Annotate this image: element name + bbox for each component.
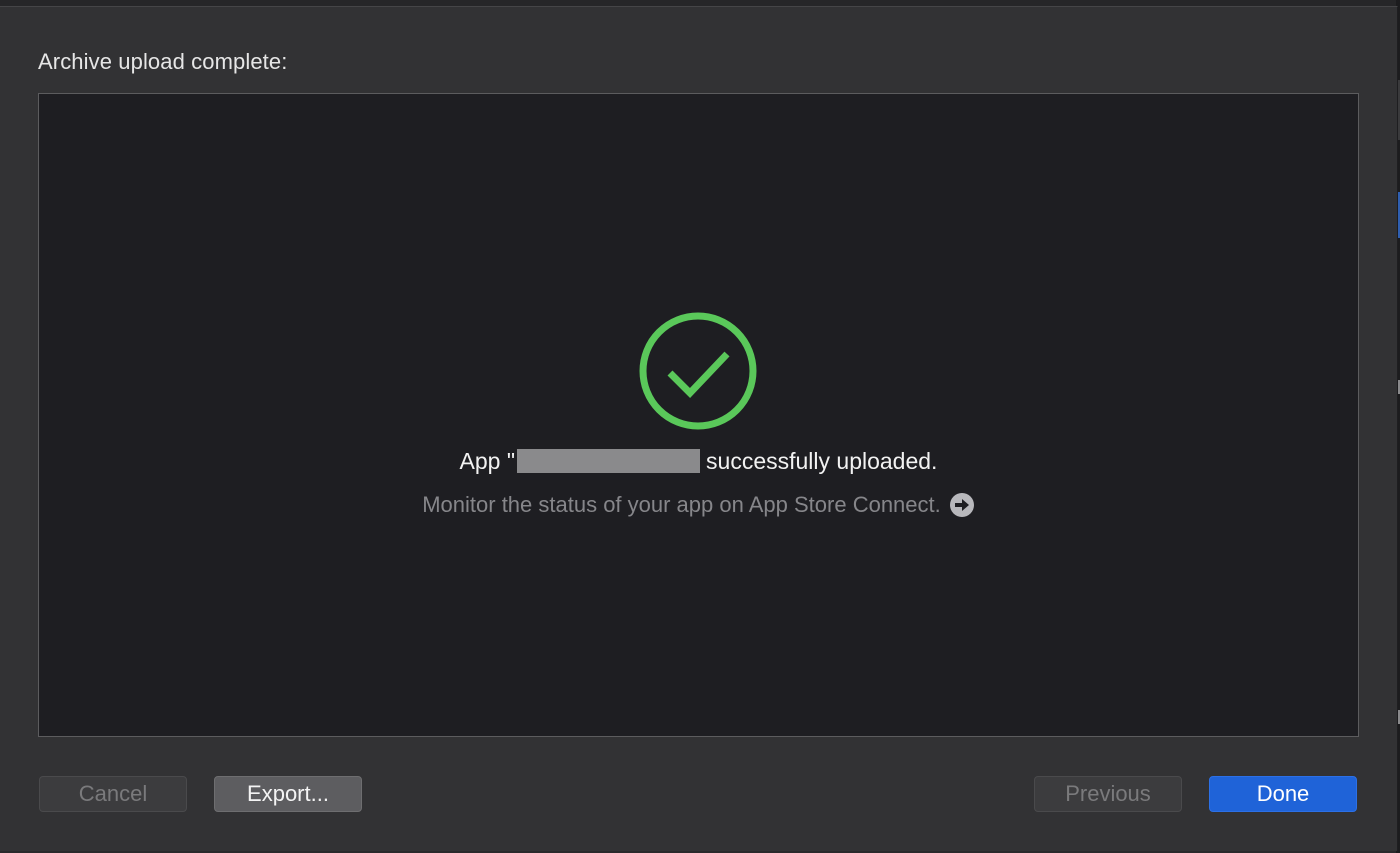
export-button[interactable]: Export... [214, 776, 362, 812]
done-button[interactable]: Done [1209, 776, 1357, 812]
redacted-app-name [517, 449, 701, 473]
upload-success-message: App " successfully uploaded. [39, 448, 1358, 475]
window-frame: Archive upload complete: App " successful… [0, 0, 1400, 853]
previous-button[interactable]: Previous [1034, 776, 1182, 812]
cancel-button[interactable]: Cancel [39, 776, 187, 812]
headline-suffix: successfully uploaded. [706, 448, 938, 474]
sheet-title: Archive upload complete: [38, 49, 288, 74]
headline-prefix: App " [459, 448, 516, 474]
checkmark-circle-icon [639, 312, 757, 430]
arrow-right-circle-icon[interactable] [949, 492, 975, 518]
subline-text: Monitor the status of your app on App St… [422, 492, 941, 517]
app-store-connect-hint: Monitor the status of your app on App St… [39, 492, 1358, 518]
upload-sheet: Archive upload complete: App " successful… [0, 6, 1398, 851]
result-panel: App " successfully uploaded. Monitor the … [38, 93, 1359, 737]
